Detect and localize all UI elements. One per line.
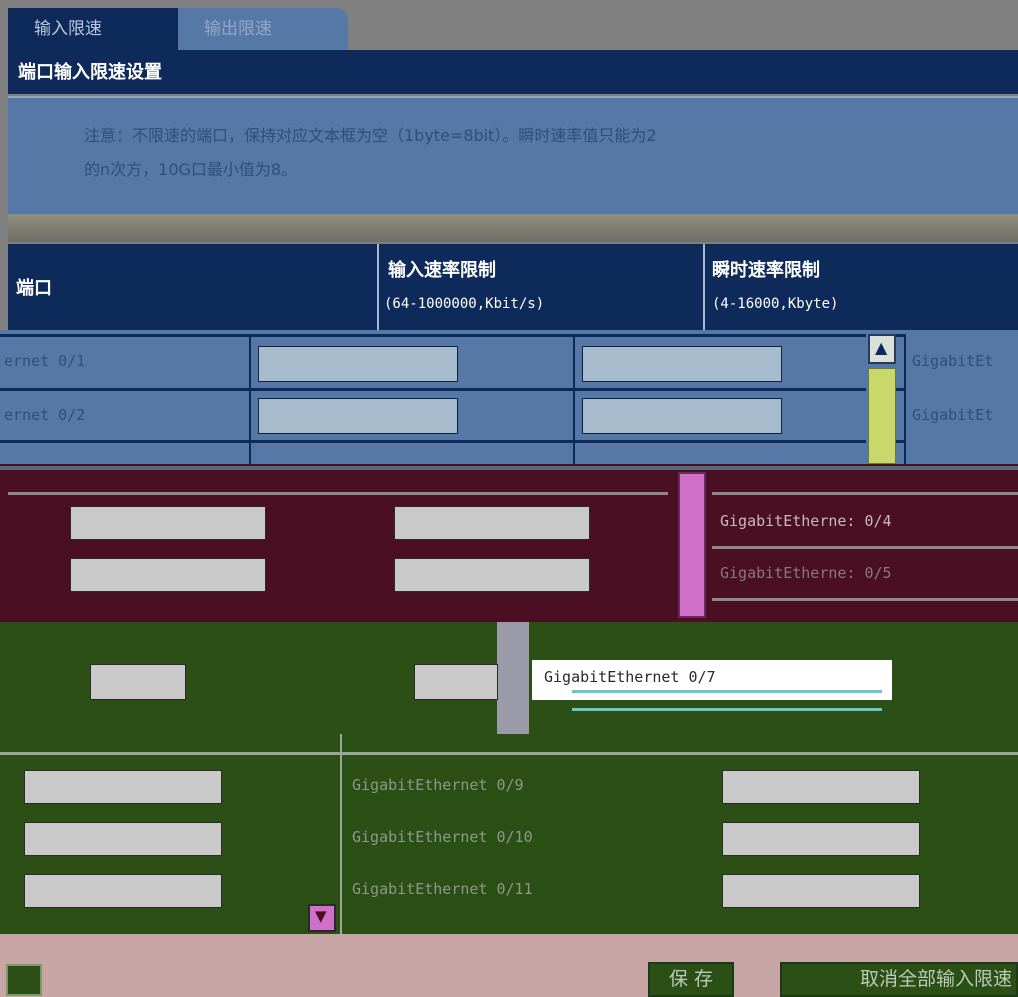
col-header-port: 端口: [16, 278, 52, 299]
col-header-burst-rate-unit: (4-16000,Kbyte): [712, 296, 839, 312]
row-divider: [0, 752, 1018, 755]
scroll-up-button[interactable]: ▲: [868, 334, 896, 364]
save-button[interactable]: 保 存: [648, 962, 734, 997]
input-rate-field[interactable]: [258, 346, 458, 382]
scroll-thumb[interactable]: [868, 368, 896, 464]
col-divider-blue-2: [573, 334, 575, 464]
tab-input-limit-label: 输入限速: [34, 19, 102, 39]
row-highlight-underline: [572, 708, 882, 711]
col-divider-green: [497, 622, 529, 734]
col-divider-blue-1: [249, 334, 251, 464]
port-label: GigabitEtherne: 0/5: [720, 564, 892, 582]
tab-input-limit[interactable]: 输入限速: [8, 8, 178, 50]
port-label: ernet 0/1: [4, 352, 86, 370]
input-rate-field[interactable]: [24, 822, 222, 856]
scroll-thumb[interactable]: [678, 472, 706, 618]
burst-rate-field[interactable]: [722, 770, 920, 804]
col-header-burst-rate: 瞬时速率限制: [712, 260, 820, 281]
chevron-down-icon: ▼: [315, 907, 327, 925]
port-label: GigabitEthernet 0/9: [352, 776, 524, 794]
port-label: GigabitEtherne: 0/4: [720, 512, 892, 530]
header-divider-1: [377, 244, 379, 330]
burst-rate-field[interactable]: [722, 874, 920, 908]
row-divider: [712, 598, 1018, 601]
input-rate-field[interactable]: [24, 874, 222, 908]
cancel-all-button[interactable]: 取消全部输入限速: [780, 962, 1018, 997]
tab-output-limit-label: 输出限速: [204, 19, 272, 39]
row-divider: [0, 440, 904, 443]
row-highlight-underline: [572, 690, 882, 693]
port-label: GigabitEthernet 0/11: [352, 880, 533, 898]
glitch-stripe: [0, 466, 1018, 470]
input-rate-field[interactable]: [24, 770, 222, 804]
input-rate-field[interactable]: [70, 506, 266, 540]
row-divider: [0, 334, 904, 337]
row-divider: [8, 492, 668, 495]
row-divider: [712, 546, 1018, 549]
divider-band: [8, 214, 1018, 242]
port-label: ernet 0/2: [4, 406, 86, 424]
page-title: 端口输入限速设置: [18, 62, 162, 83]
burst-rate-field[interactable]: [582, 346, 782, 382]
header-divider-2: [703, 244, 705, 330]
burst-rate-field[interactable]: [582, 398, 782, 434]
col-divider-blue-3: [904, 334, 906, 464]
table-header: [8, 244, 1018, 330]
row-divider: [0, 388, 904, 391]
notice-panel: [8, 96, 1018, 214]
col-header-input-rate-unit: (64-1000000,Kbit/s): [384, 296, 545, 312]
col-header-input-rate: 输入速率限制: [388, 260, 496, 281]
row-divider: [712, 492, 1018, 495]
chevron-up-icon: ▲: [875, 338, 888, 357]
port-label: GigabitEthernet 0/7: [544, 668, 716, 686]
input-rate-field[interactable]: [258, 398, 458, 434]
side-port-label: GigabitEt: [912, 352, 994, 370]
tab-output-limit[interactable]: 输出限速: [178, 8, 348, 50]
side-port-label: GigabitEt: [912, 406, 994, 424]
burst-rate-field[interactable]: [414, 664, 498, 700]
burst-rate-field[interactable]: [722, 822, 920, 856]
notice-text-line1: 注意：不限速的端口，保持对应文本框为空（1byte=8bit）。瞬时速率值只能为…: [84, 126, 657, 145]
input-rate-field[interactable]: [70, 558, 266, 592]
scroll-down-button[interactable]: ▼: [308, 904, 336, 932]
burst-rate-field[interactable]: [394, 558, 590, 592]
col-divider-green-lower: [340, 734, 342, 934]
port-label: GigabitEthernet 0/10: [352, 828, 533, 846]
input-rate-field[interactable]: [90, 664, 186, 700]
burst-rate-field[interactable]: [394, 506, 590, 540]
footer-left-box: [6, 964, 42, 996]
notice-text-line2: 的n次方，10G口最小值为8。: [84, 160, 298, 179]
